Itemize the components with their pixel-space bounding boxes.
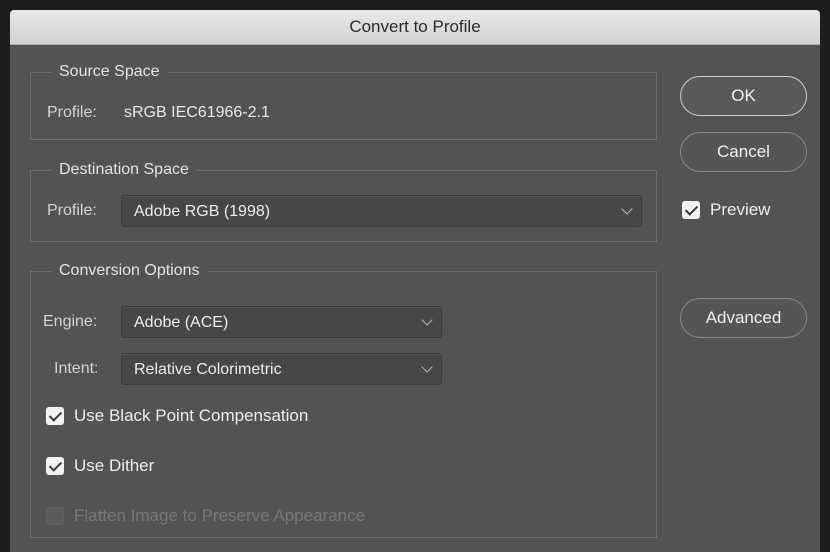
title-bar[interactable]: Convert to Profile [10, 10, 820, 45]
destination-space-group: Destination Space Profile: Adobe RGB (19… [30, 160, 657, 242]
destination-profile-selected: Adobe RGB (1998) [134, 203, 271, 220]
checkmark-icon[interactable] [46, 407, 64, 425]
preview-label: Preview [710, 200, 771, 219]
ok-button[interactable]: OK [680, 76, 807, 116]
intent-label: Intent: [54, 360, 99, 377]
destination-profile-label: Profile: [47, 202, 97, 219]
convert-to-profile-dialog: Convert to Profile Source Space Profile:… [10, 10, 820, 552]
black-point-compensation-label: Use Black Point Compensation [74, 406, 309, 425]
source-profile-value: sRGB IEC61966-2.1 [124, 104, 270, 121]
chevron-down-icon [421, 314, 433, 326]
preview-checkbox[interactable]: Preview [682, 199, 802, 221]
chevron-down-icon [421, 361, 433, 373]
empty-checkbox-icon [46, 507, 64, 525]
window-title: Convert to Profile [349, 17, 481, 36]
flatten-image-label: Flatten Image to Preserve Appearance [74, 506, 366, 525]
use-dither-label: Use Dither [74, 456, 155, 475]
use-dither-checkbox[interactable]: Use Dither [46, 455, 206, 477]
destination-space-legend: Destination Space [51, 160, 197, 180]
advanced-button[interactable]: Advanced [680, 298, 807, 338]
engine-selected: Adobe (ACE) [134, 314, 229, 331]
intent-dropdown[interactable]: Relative Colorimetric [121, 353, 442, 385]
conversion-options-legend: Conversion Options [51, 261, 208, 281]
flatten-image-checkbox: Flatten Image to Preserve Appearance [46, 505, 446, 527]
engine-label: Engine: [43, 313, 98, 330]
source-space-group: Source Space Profile: sRGB IEC61966-2.1 [30, 62, 657, 140]
cancel-button[interactable]: Cancel [680, 132, 807, 172]
checkmark-icon[interactable] [682, 201, 700, 219]
black-point-compensation-checkbox[interactable]: Use Black Point Compensation [46, 405, 376, 427]
intent-selected: Relative Colorimetric [134, 361, 282, 378]
destination-profile-dropdown[interactable]: Adobe RGB (1998) [121, 195, 642, 227]
checkmark-icon[interactable] [46, 457, 64, 475]
source-space-legend: Source Space [51, 62, 168, 82]
engine-dropdown[interactable]: Adobe (ACE) [121, 306, 442, 338]
source-profile-label: Profile: [47, 104, 97, 121]
conversion-options-group: Conversion Options Engine: Adobe (ACE) I… [30, 261, 657, 538]
chevron-down-icon [621, 203, 633, 215]
